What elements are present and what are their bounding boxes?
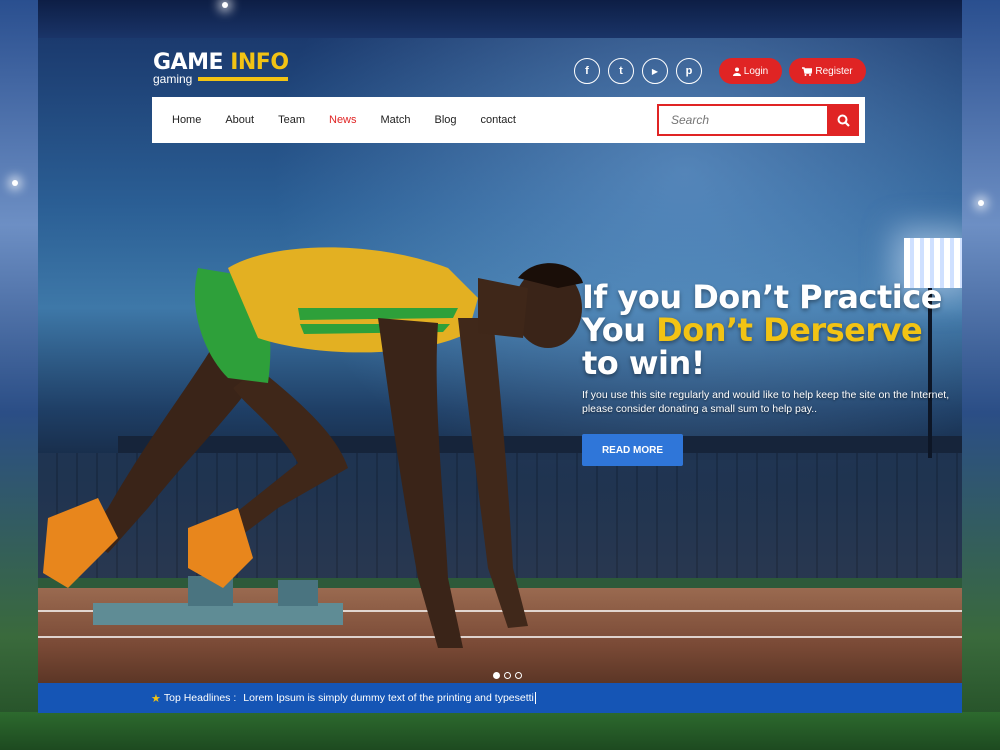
slider-dot[interactable] [515, 672, 522, 679]
search-icon [837, 114, 850, 127]
headlines-ticker: ★ Top Headlines : Lorem Ipsum is simply … [38, 683, 962, 713]
logo-subtitle: gaming [153, 72, 193, 86]
twitter-icon[interactable]: t [608, 58, 634, 84]
stadium-light [978, 200, 984, 206]
cart-icon [802, 66, 813, 76]
backdrop-top [0, 0, 1000, 38]
login-button[interactable]: Login [719, 58, 782, 84]
ticker-label: ★ Top Headlines : [151, 692, 237, 705]
slider-pagination [493, 672, 522, 679]
ticker-text[interactable]: Lorem Ipsum is simply dummy text of the … [243, 692, 536, 705]
slider-dot[interactable] [493, 672, 500, 679]
nav-item-news[interactable]: News [317, 114, 369, 126]
backdrop-right [962, 0, 1000, 750]
stadium-light [12, 180, 18, 186]
sprinter-image [43, 247, 583, 648]
hero-headline-line-1: If you Don’t Practice [582, 278, 942, 316]
nav-item-blog[interactable]: Blog [422, 114, 468, 126]
nav-item-team[interactable]: Team [266, 114, 317, 126]
register-button[interactable]: Register [789, 58, 866, 84]
search-input[interactable] [657, 104, 827, 136]
facebook-icon[interactable]: f [574, 58, 600, 84]
social-links: f t ▶ p [574, 58, 702, 84]
slider-dot[interactable] [504, 672, 511, 679]
main-navbar: Home About Team News Match Blog contact [152, 97, 865, 143]
nav-menu: Home About Team News Match Blog contact [160, 114, 528, 126]
nav-item-contact[interactable]: contact [469, 114, 528, 126]
hero-description: If you use this site regularly and would… [582, 389, 950, 415]
hero-headline-line-3: to win! [582, 344, 705, 382]
read-more-button[interactable]: READ MORE [582, 434, 683, 466]
star-icon: ★ [151, 692, 161, 705]
backdrop-bottom [0, 712, 1000, 750]
hero-content: If you Don’t Practice You Don’t Derserve… [582, 281, 957, 416]
user-icon [732, 67, 741, 76]
nav-item-about[interactable]: About [213, 114, 266, 126]
login-label: Login [743, 65, 769, 77]
logo-underline [198, 77, 289, 81]
register-label: Register [815, 65, 853, 77]
youtube-icon[interactable]: ▶ [642, 58, 668, 84]
stadium-light [222, 2, 228, 8]
nav-item-match[interactable]: Match [369, 114, 423, 126]
search-button[interactable] [827, 104, 859, 136]
pinterest-icon[interactable]: p [676, 58, 702, 84]
nav-item-home[interactable]: Home [160, 114, 213, 126]
website-frame: GAME INFO gaming f t ▶ p Login Register … [38, 38, 962, 713]
site-logo[interactable]: GAME INFO gaming [153, 50, 289, 86]
backdrop-left [0, 0, 38, 750]
hero-headline-line-2: You Don’t Derserve [582, 311, 923, 349]
